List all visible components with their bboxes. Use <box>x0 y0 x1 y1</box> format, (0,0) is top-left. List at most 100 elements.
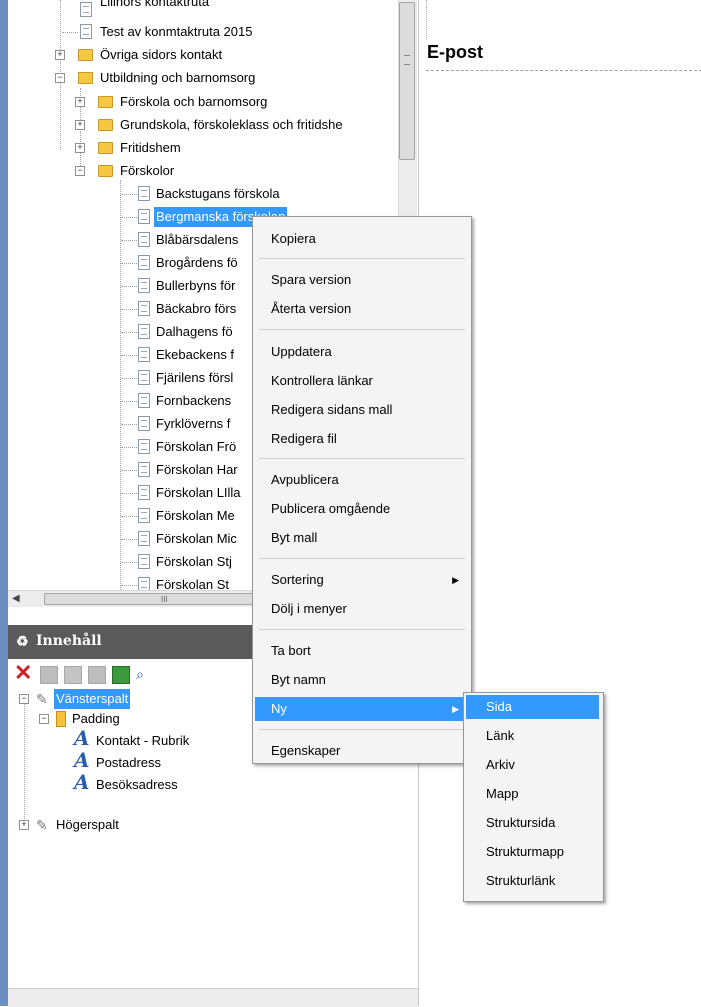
paste-icon[interactable] <box>88 666 106 684</box>
page-icon <box>138 186 150 201</box>
tree-item-label: Fritidshem <box>120 140 181 155</box>
submenu-item-strukturmapp[interactable]: Strukturmapp <box>466 840 599 864</box>
submenu-item-arkiv[interactable]: Arkiv <box>466 753 599 777</box>
folder-icon <box>98 119 113 131</box>
preview-heading[interactable]: E-post <box>427 42 483 63</box>
page-icon <box>138 347 150 362</box>
menu-item-label: Sortering <box>271 572 324 587</box>
column-icon: ✎ <box>36 817 48 833</box>
menu-item-avpublicera[interactable]: Avpublicera <box>255 468 467 492</box>
expand-icon[interactable]: + <box>75 120 85 130</box>
menu-item-ta-bort[interactable]: Ta bort <box>255 639 467 663</box>
page-icon <box>138 577 150 590</box>
submenu-item-strukturlänk[interactable]: Strukturlänk <box>466 869 599 893</box>
tree-item[interactable]: + ✎ Högerspalt <box>8 815 408 835</box>
cut-icon[interactable] <box>40 666 58 684</box>
tree-connector <box>121 424 137 425</box>
tree-connector <box>121 286 137 287</box>
tree-item[interactable]: A Besöksadress <box>8 772 408 795</box>
copy-icon[interactable] <box>64 666 82 684</box>
tree-connector <box>121 470 137 471</box>
page-icon <box>138 255 150 270</box>
tree-item-label: Förskolan St <box>156 577 229 590</box>
tree-item-label: Utbildning och barnomsorg <box>100 70 256 85</box>
collapse-icon[interactable]: − <box>75 166 85 176</box>
collapse-icon[interactable]: − <box>55 73 65 83</box>
text-icon: A <box>74 748 90 772</box>
folder-icon <box>78 49 93 61</box>
tree-item[interactable]: + Grundskola, förskoleklass och fritidsh… <box>8 115 398 135</box>
tree-item-label: Postadress <box>96 755 162 770</box>
menu-item-label: Dölj i menyer <box>271 601 347 616</box>
vertical-scroll-thumb[interactable] <box>399 2 415 160</box>
menu-item-label: Publicera omgående <box>271 501 391 516</box>
page-icon <box>138 209 150 224</box>
delete-icon[interactable]: ✕ <box>14 662 32 684</box>
tree-connector <box>121 355 137 356</box>
menu-item-ny[interactable]: Ny ▶ <box>255 697 467 721</box>
tree-connector <box>121 539 137 540</box>
submenu-item-label: Arkiv <box>486 757 515 772</box>
menu-item-egenskaper[interactable]: Egenskaper <box>255 739 467 763</box>
scroll-left-icon[interactable]: ◀ <box>12 593 20 604</box>
menu-item-label: Kontrollera länkar <box>271 373 373 388</box>
page-icon <box>138 416 150 431</box>
menu-item-publicera-omgående[interactable]: Publicera omgående <box>255 497 467 521</box>
tree-connector <box>121 447 137 448</box>
tree-item[interactable]: − Förskolor <box>8 161 398 181</box>
tree-item-label: Bäckabro förs <box>156 301 237 316</box>
tree-item-label: Blåbärsdalens <box>156 232 239 247</box>
page-icon <box>80 2 92 17</box>
menu-separator <box>259 729 465 730</box>
page-icon <box>138 439 150 454</box>
submenu-item-label: Strukturlänk <box>486 873 556 888</box>
menu-item-återta-version[interactable]: Återta version <box>255 297 467 321</box>
expand-icon[interactable]: + <box>19 820 29 830</box>
tree-item-label: Ekebackens f <box>156 347 235 362</box>
tree-item-label: Förskolan Frö <box>156 439 237 454</box>
submenu-item-struktursida[interactable]: Struktursida <box>466 811 599 835</box>
expand-icon[interactable]: + <box>55 50 65 60</box>
menu-item-uppdatera[interactable]: Uppdatera <box>255 340 467 364</box>
tree-item-label: Kontakt - Rubrik <box>96 733 190 748</box>
menu-item-byt-mall[interactable]: Byt mall <box>255 526 467 550</box>
add-content-icon[interactable] <box>112 666 130 684</box>
menu-item-sortering[interactable]: Sortering ▶ <box>255 568 467 592</box>
submenu-item-länk[interactable]: Länk <box>466 724 599 748</box>
collapse-icon[interactable]: − <box>39 714 49 724</box>
submenu-item-label: Länk <box>486 728 515 743</box>
tree-item[interactable]: Test av konmtaktruta 2015 <box>8 22 398 42</box>
submenu-item-mapp[interactable]: Mapp <box>466 782 599 806</box>
tree-item[interactable]: Lillnors kontaktruta <box>8 0 398 20</box>
tree-item[interactable]: + Förskola och barnomsorg <box>8 92 398 112</box>
tree-connector <box>121 240 137 241</box>
submenu-arrow-icon: ▶ <box>452 704 459 714</box>
tree-connector <box>121 194 137 195</box>
collapse-icon[interactable]: − <box>19 694 29 704</box>
menu-item-redigera-fil[interactable]: Redigera fil <box>255 427 467 451</box>
menu-item-dölj-i-menyer[interactable]: Dölj i menyer <box>255 597 467 621</box>
expand-icon[interactable]: + <box>75 97 85 107</box>
tree-connector <box>121 217 137 218</box>
menu-separator <box>259 329 465 330</box>
tree-item[interactable]: + Övriga sidors kontakt <box>8 45 398 65</box>
tree-item[interactable]: − Utbildning och barnomsorg <box>8 68 398 88</box>
menu-item-kontrollera-länkar[interactable]: Kontrollera länkar <box>255 369 467 393</box>
content-panel-title: Innehåll <box>36 633 102 649</box>
tree-item-label: Högerspalt <box>56 817 119 832</box>
tree-connector <box>121 332 137 333</box>
submenu-item-sida[interactable]: Sida <box>466 695 599 719</box>
tree-item[interactable]: + Fritidshem <box>8 138 398 158</box>
menu-item-redigera-sidans-mall[interactable]: Redigera sidans mall <box>255 398 467 422</box>
window-edge <box>0 0 8 1006</box>
padding-icon <box>56 711 66 727</box>
menu-item-spara-version[interactable]: Spara version <box>255 268 467 292</box>
menu-item-byt-namn[interactable]: Byt namn <box>255 668 467 692</box>
expand-icon[interactable]: + <box>75 143 85 153</box>
tree-item-label: Fjärilens försl <box>156 370 234 385</box>
tree-item[interactable]: Backstugans förskola <box>8 184 398 204</box>
page-icon <box>138 278 150 293</box>
menu-item-kopiera[interactable]: Kopiera <box>255 227 467 251</box>
search-icon[interactable]: ⌕ <box>136 666 152 682</box>
submenu-item-label: Sida <box>486 699 513 714</box>
